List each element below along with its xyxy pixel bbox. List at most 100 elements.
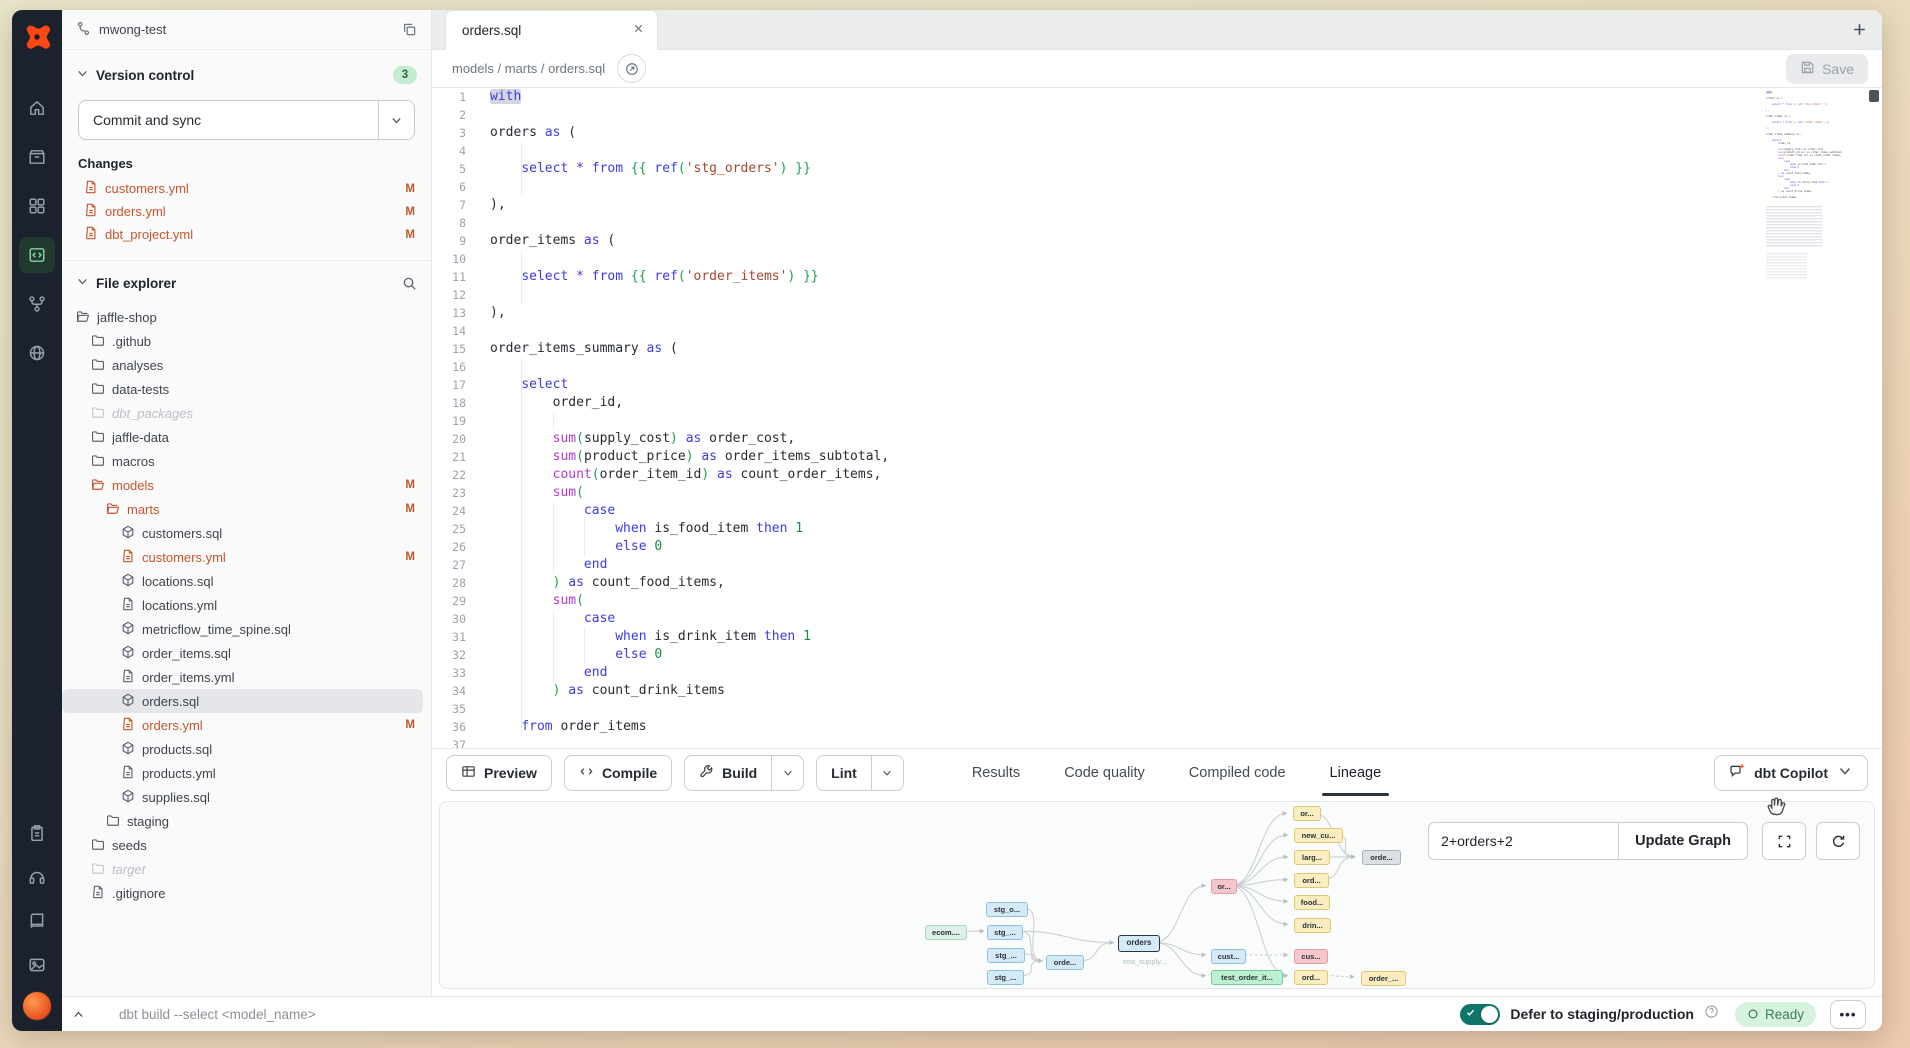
changed-file-orders.yml[interactable]: orders.ymlM — [62, 200, 431, 223]
update-graph-button[interactable]: Update Graph — [1618, 822, 1748, 860]
code-editor[interactable]: 1with23orders as (45 select * from {{ re… — [432, 88, 1882, 749]
tree-item-order_items.sql[interactable]: order_items.sql — [62, 641, 431, 665]
lineage-node-stg2[interactable]: stg_... — [987, 948, 1025, 963]
tree-item-marts[interactable]: martsM — [62, 497, 431, 521]
tree-item-target[interactable]: target — [62, 857, 431, 881]
commit-and-sync-button[interactable]: Commit and sync — [78, 100, 415, 140]
tab-results[interactable]: Results — [950, 749, 1042, 796]
lineage-node-yord2[interactable]: ord... — [1294, 970, 1328, 985]
search-icon[interactable] — [402, 276, 417, 291]
panel-expand-chevron-icon[interactable] — [72, 1008, 85, 1021]
close-icon[interactable] — [632, 22, 645, 40]
avatar[interactable] — [22, 991, 52, 1021]
lineage-node-ydrin[interactable]: drin... — [1294, 918, 1331, 933]
tree-item-customers.sql[interactable]: customers.sql — [62, 521, 431, 545]
tab-lineage[interactable]: Lineage — [1308, 749, 1404, 796]
lineage-node-testorder[interactable]: test_order_it... — [1211, 970, 1283, 985]
lineage-graph[interactable]: Update Graph ecom.... stg_o... stg_... stg_… — [439, 801, 1875, 989]
tree-item-analyses[interactable]: analyses — [62, 353, 431, 377]
tree-item-metricflow_time_spine.sql[interactable]: metricflow_time_spine.sql — [62, 617, 431, 641]
folder-open-icon — [106, 501, 120, 518]
changed-file-dbt_project.yml[interactable]: dbt_project.ymlM — [62, 223, 431, 246]
lineage-node-yfood[interactable]: food... — [1294, 895, 1330, 910]
headset-icon[interactable] — [19, 859, 55, 895]
lineage-node-cust[interactable]: cust... — [1211, 949, 1246, 964]
tree-item-locations.sql[interactable]: locations.sql — [62, 569, 431, 593]
new-tab-plus-icon[interactable] — [1851, 21, 1868, 38]
editor-scrollbar-thumb[interactable] — [1869, 90, 1879, 102]
tree-item-locations.yml[interactable]: locations.yml — [62, 593, 431, 617]
tree-item-customers.yml[interactable]: customers.ymlM — [62, 545, 431, 569]
compile-button[interactable]: Compile — [564, 755, 672, 791]
lineage-node-yord1[interactable]: ord... — [1294, 873, 1329, 888]
lineage-node-orders[interactable]: orders — [1118, 935, 1160, 952]
dbt-logo-icon[interactable] — [22, 22, 52, 52]
lineage-node-cuspink[interactable]: cus... — [1294, 949, 1328, 964]
sidebar: mwong-test Version control 3 Commit and … — [62, 10, 432, 996]
file-explorer-header[interactable]: File explorer — [62, 261, 431, 301]
lineage-node-orpink[interactable]: or... — [1211, 879, 1237, 894]
lineage-node-yor[interactable]: or... — [1293, 806, 1321, 821]
tree-item-products.yml[interactable]: products.yml — [62, 761, 431, 785]
tree-item-dbt_packages[interactable]: dbt_packages — [62, 401, 431, 425]
tab-orders-sql[interactable]: orders.sql — [445, 10, 658, 50]
preview-button[interactable]: Preview — [446, 755, 552, 791]
fork-icon[interactable] — [19, 286, 55, 322]
commit-options-caret[interactable] — [378, 101, 414, 139]
refresh-icon[interactable] — [1816, 822, 1860, 860]
lineage-node-grayorde[interactable]: orde... — [1362, 850, 1401, 865]
chevron-down-icon[interactable] — [771, 756, 803, 790]
folder-icon — [106, 813, 120, 830]
lineage-node-ylarg[interactable]: larg... — [1294, 850, 1330, 865]
tree-item-data-tests[interactable]: data-tests — [62, 377, 431, 401]
copy-branch-icon[interactable] — [402, 22, 417, 37]
tree-item-seeds[interactable]: seeds — [62, 833, 431, 857]
chevron-down-icon[interactable] — [871, 756, 903, 790]
lineage-node-stg1[interactable]: stg_... — [987, 925, 1023, 940]
cli-command-text[interactable]: dbt build --select <model_name> — [119, 1007, 316, 1022]
globe-icon[interactable] — [19, 335, 55, 371]
defer-toggle[interactable] — [1460, 1004, 1500, 1025]
tree-item-staging[interactable]: staging — [62, 809, 431, 833]
tree-item-supplies.sql[interactable]: supplies.sql — [62, 785, 431, 809]
lineage-node-yorder_[interactable]: order_... — [1361, 971, 1406, 986]
grid-icon[interactable] — [19, 188, 55, 224]
changed-file-customers.yml[interactable]: customers.ymlM — [62, 177, 431, 200]
tree-item-jaffle-shop[interactable]: jaffle-shop — [62, 305, 431, 329]
code-editor-icon[interactable] — [19, 237, 55, 273]
lineage-selector-input[interactable] — [1428, 822, 1618, 860]
tree-item-jaffle-data[interactable]: jaffle-data — [62, 425, 431, 449]
lineage-node-ynewcu[interactable]: new_cu... — [1294, 828, 1343, 843]
build-button[interactable]: Build — [684, 755, 804, 791]
home-icon[interactable] — [19, 90, 55, 126]
clipboard-icon[interactable] — [19, 815, 55, 851]
tab-compiled-code[interactable]: Compiled code — [1167, 749, 1308, 796]
fullscreen-icon[interactable] — [1762, 822, 1806, 860]
tree-item-products.sql[interactable]: products.sql — [62, 737, 431, 761]
tab-code-quality[interactable]: Code quality — [1042, 749, 1167, 796]
folder-icon — [91, 453, 105, 470]
help-question-icon[interactable] — [1704, 1004, 1719, 1024]
tree-item-order_items.yml[interactable]: order_items.yml — [62, 665, 431, 689]
tree-item-macros[interactable]: macros — [62, 449, 431, 473]
image-icon[interactable] — [19, 947, 55, 983]
lineage-node-stg3[interactable]: stg_... — [987, 970, 1024, 985]
tree-item-orders.yml[interactable]: orders.ymlM — [62, 713, 431, 737]
lineage-node-ecom[interactable]: ecom.... — [925, 925, 967, 940]
tree-item-orders.sql[interactable]: orders.sql — [62, 689, 423, 713]
tree-item-.github[interactable]: .github — [62, 329, 431, 353]
dbt-copilot-button[interactable]: dbt Copilot — [1714, 755, 1868, 791]
version-control-header[interactable]: Version control 3 — [62, 50, 431, 94]
tree-item-.gitignore[interactable]: .gitignore — [62, 881, 431, 905]
book-icon[interactable] — [19, 903, 55, 939]
lineage-node-ordeb[interactable]: orde... — [1046, 955, 1084, 970]
inbox-icon[interactable] — [19, 139, 55, 175]
code-line-26: 26 else 0 — [432, 538, 1882, 556]
more-options-button[interactable]: ••• — [1830, 1000, 1866, 1029]
tree-item-models[interactable]: modelsM — [62, 473, 431, 497]
file-icon — [84, 180, 98, 197]
save-button[interactable]: Save — [1786, 54, 1868, 84]
locate-file-icon[interactable] — [617, 54, 646, 83]
lint-button[interactable]: Lint — [816, 755, 904, 791]
lineage-node-stgo[interactable]: stg_o... — [986, 902, 1028, 917]
